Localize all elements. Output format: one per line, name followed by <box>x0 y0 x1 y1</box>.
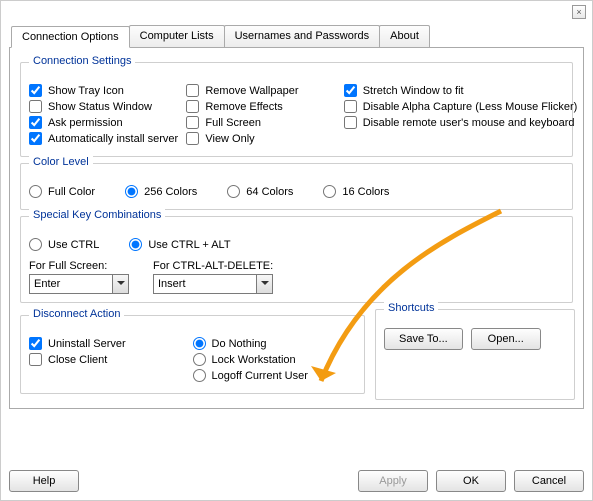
select-value: Insert <box>158 278 186 290</box>
group-title: Color Level <box>29 156 93 168</box>
radio-use-ctrl[interactable]: Use CTRL <box>29 238 99 251</box>
chk-close-client-input[interactable] <box>29 353 42 366</box>
chk-disable-alpha-input[interactable] <box>344 100 357 113</box>
label-for-full-screen: For Full Screen: <box>29 260 129 272</box>
chk-remove-effects-input[interactable] <box>186 100 199 113</box>
group-special-keys: Special Key Combinations Use CTRL Use CT… <box>20 216 573 303</box>
chk-label: Show Tray Icon <box>48 85 124 97</box>
chk-auto-install-input[interactable] <box>29 132 42 145</box>
radio-64-colors-input[interactable] <box>227 185 240 198</box>
radio-lock-workstation-input[interactable] <box>193 353 206 366</box>
radio-lock-workstation[interactable]: Lock Workstation <box>193 353 357 366</box>
tab-connection-options[interactable]: Connection Options <box>11 26 130 48</box>
chevron-down-icon <box>256 275 272 293</box>
radio-label: Use CTRL <box>48 239 99 251</box>
chk-disable-alpha[interactable]: Disable Alpha Capture (Less Mouse Flicke… <box>344 100 564 113</box>
chk-label: Full Screen <box>205 117 261 129</box>
chk-disable-remote-input-box[interactable] <box>344 116 357 129</box>
chk-label: Ask permission <box>48 117 123 129</box>
radio-use-ctrl-alt-input[interactable] <box>129 238 142 251</box>
chk-close-client[interactable]: Close Client <box>29 353 193 366</box>
open-button[interactable]: Open... <box>471 328 541 350</box>
ok-button[interactable]: OK <box>436 470 506 492</box>
save-to-button[interactable]: Save To... <box>384 328 463 350</box>
help-button[interactable]: Help <box>9 470 79 492</box>
radio-label: 16 Colors <box>342 186 389 198</box>
chk-label: View Only <box>205 133 254 145</box>
group-title: Shortcuts <box>384 302 438 314</box>
chk-full-screen[interactable]: Full Screen <box>186 116 343 129</box>
chk-remove-wallpaper[interactable]: Remove Wallpaper <box>186 84 343 97</box>
radio-64-colors[interactable]: 64 Colors <box>227 185 293 198</box>
chk-show-tray-input[interactable] <box>29 84 42 97</box>
group-title: Connection Settings <box>29 55 135 67</box>
select-value: Enter <box>34 278 60 290</box>
group-color-level: Color Level Full Color 256 Colors 64 Col… <box>20 163 573 210</box>
group-title: Special Key Combinations <box>29 209 165 221</box>
close-icon[interactable]: × <box>572 5 586 19</box>
chk-stretch-window[interactable]: Stretch Window to fit <box>344 84 564 97</box>
radio-16-colors[interactable]: 16 Colors <box>323 185 389 198</box>
chk-remove-effects[interactable]: Remove Effects <box>186 100 343 113</box>
tab-panel: Connection Settings Show Tray Icon Show … <box>9 47 584 409</box>
tab-computer-lists[interactable]: Computer Lists <box>129 25 225 47</box>
chk-label: Show Status Window <box>48 101 152 113</box>
group-disconnect-action: Disconnect Action Uninstall Server Close… <box>20 315 365 394</box>
chk-uninstall-server[interactable]: Uninstall Server <box>29 337 193 350</box>
chk-label: Remove Effects <box>205 101 282 113</box>
chk-label: Disable Alpha Capture (Less Mouse Flicke… <box>363 101 578 113</box>
radio-16-colors-input[interactable] <box>323 185 336 198</box>
chk-ask-permission[interactable]: Ask permission <box>29 116 186 129</box>
chk-label: Disable remote user's mouse and keyboard <box>363 117 575 129</box>
chk-ask-permission-input[interactable] <box>29 116 42 129</box>
select-full-screen-key[interactable]: Enter <box>29 274 129 294</box>
chk-label: Uninstall Server <box>48 338 126 350</box>
chk-view-only[interactable]: View Only <box>186 132 343 145</box>
radio-use-ctrl-input[interactable] <box>29 238 42 251</box>
chk-label: Automatically install server <box>48 133 178 145</box>
chk-label: Close Client <box>48 354 107 366</box>
radio-full-color-input[interactable] <box>29 185 42 198</box>
radio-label: Use CTRL + ALT <box>148 239 230 251</box>
chevron-down-icon <box>112 275 128 293</box>
radio-label: 256 Colors <box>144 186 197 198</box>
chk-uninstall-server-input[interactable] <box>29 337 42 350</box>
radio-label: 64 Colors <box>246 186 293 198</box>
radio-use-ctrl-alt[interactable]: Use CTRL + ALT <box>129 238 230 251</box>
radio-logoff-user-input[interactable] <box>193 369 206 382</box>
dialog-footer: Help Apply OK Cancel <box>9 470 584 492</box>
radio-logoff-user[interactable]: Logoff Current User <box>193 369 357 382</box>
radio-label: Full Color <box>48 186 95 198</box>
radio-label: Logoff Current User <box>212 370 308 382</box>
chk-show-status-input[interactable] <box>29 100 42 113</box>
select-cad-key[interactable]: Insert <box>153 274 273 294</box>
radio-256-colors-input[interactable] <box>125 185 138 198</box>
chk-show-tray[interactable]: Show Tray Icon <box>29 84 186 97</box>
group-shortcuts: Shortcuts Save To... Open... <box>375 309 575 400</box>
chk-view-only-input[interactable] <box>186 132 199 145</box>
chk-show-status[interactable]: Show Status Window <box>29 100 186 113</box>
radio-do-nothing[interactable]: Do Nothing <box>193 337 357 350</box>
chk-remove-wallpaper-input[interactable] <box>186 84 199 97</box>
chk-label: Remove Wallpaper <box>205 85 298 97</box>
tab-about[interactable]: About <box>379 25 430 47</box>
tab-usernames-passwords[interactable]: Usernames and Passwords <box>224 25 381 47</box>
radio-label: Do Nothing <box>212 338 267 350</box>
group-title: Disconnect Action <box>29 308 124 320</box>
tab-strip: Connection Options Computer Lists Userna… <box>11 25 592 47</box>
apply-button[interactable]: Apply <box>358 470 428 492</box>
radio-do-nothing-input[interactable] <box>193 337 206 350</box>
chk-full-screen-input[interactable] <box>186 116 199 129</box>
group-connection-settings: Connection Settings Show Tray Icon Show … <box>20 62 573 157</box>
cancel-button[interactable]: Cancel <box>514 470 584 492</box>
radio-256-colors[interactable]: 256 Colors <box>125 185 197 198</box>
radio-full-color[interactable]: Full Color <box>29 185 95 198</box>
chk-stretch-window-input[interactable] <box>344 84 357 97</box>
chk-disable-remote-input[interactable]: Disable remote user's mouse and keyboard <box>344 116 564 129</box>
radio-label: Lock Workstation <box>212 354 296 366</box>
chk-label: Stretch Window to fit <box>363 85 464 97</box>
chk-auto-install[interactable]: Automatically install server <box>29 132 186 145</box>
label-for-cad: For CTRL-ALT-DELETE: <box>153 260 273 272</box>
